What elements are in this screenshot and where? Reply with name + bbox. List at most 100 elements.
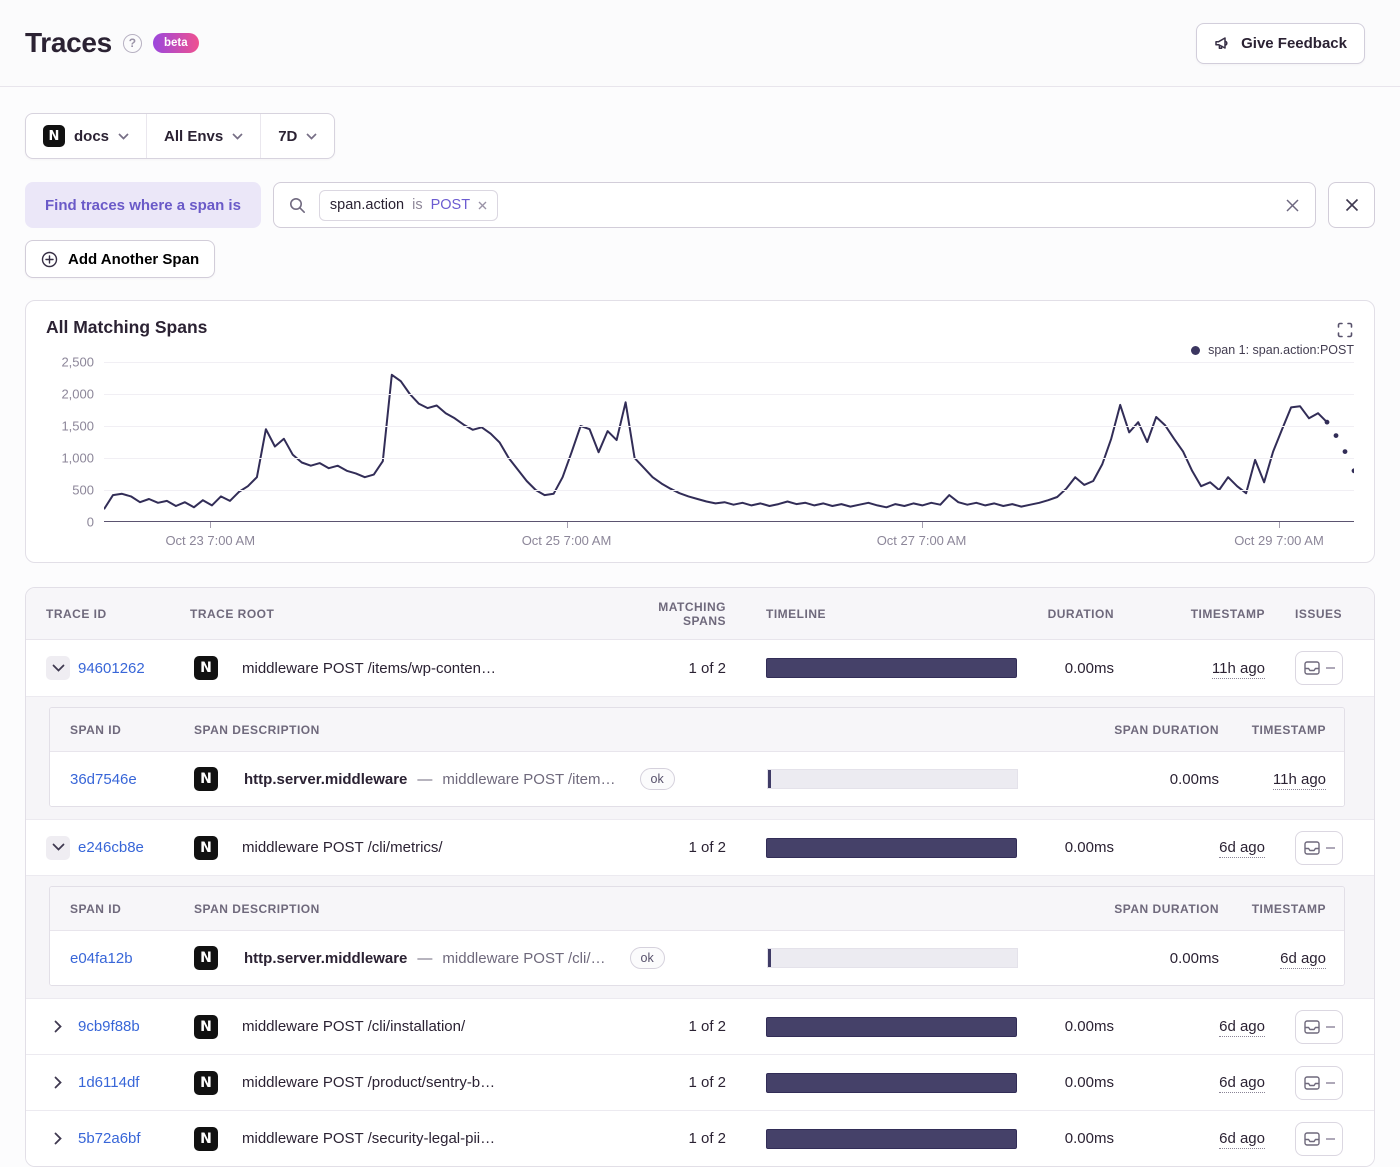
span-row[interactable]: e04fa12b N http.server.middleware — midd… xyxy=(50,931,1344,985)
trace-row[interactable]: 94601262 N middleware POST /items/wp-con… xyxy=(26,640,1374,696)
trace-duration-value: 0.00ms xyxy=(1064,1074,1114,1091)
trace-id-link[interactable]: 9cb9f88b xyxy=(78,1018,140,1035)
remove-span-filter-button[interactable] xyxy=(1328,182,1375,228)
span-duration-value: 0.00ms xyxy=(1169,770,1219,788)
span-timestamp-value[interactable]: 11h ago xyxy=(1272,770,1326,790)
trace-issues-button[interactable] xyxy=(1295,830,1343,865)
date-range-filter[interactable]: 7D xyxy=(260,114,334,158)
span-timeline-bar[interactable] xyxy=(767,769,1018,789)
col-header-span-id: SPAN ID xyxy=(70,901,122,916)
trace-issues-button[interactable] xyxy=(1295,1009,1343,1044)
trace-timeline-bar[interactable] xyxy=(766,1128,1017,1149)
spans-sub-table-header: SPAN ID SPAN DESCRIPTION SPAN DURATION T… xyxy=(50,708,1344,752)
give-feedback-button[interactable]: Give Feedback xyxy=(1196,22,1365,64)
no-issues-dash-icon xyxy=(1325,1137,1335,1140)
expand-trace-chevron[interactable] xyxy=(46,656,70,680)
matching-spans-value: 1 of 2 xyxy=(688,1074,726,1091)
trace-root-label: middleware POST /product/sentry-b… xyxy=(242,1074,496,1091)
span-id-link[interactable]: 36d7546e xyxy=(70,771,137,788)
span-timeline-bar[interactable] xyxy=(767,948,1018,968)
expand-chart-button[interactable] xyxy=(1337,322,1353,338)
span-row[interactable]: 36d7546e N http.server.middleware — midd… xyxy=(50,752,1344,806)
span-status-badge[interactable]: ok xyxy=(629,947,665,969)
trace-expansion-panel: SPAN ID SPAN DESCRIPTION SPAN DURATION T… xyxy=(26,696,1374,819)
trace-row[interactable]: 1d6114df N middleware POST /product/sent… xyxy=(26,1054,1374,1110)
span-search-input[interactable]: span.action is POST xyxy=(272,182,1316,228)
matching-spans-value: 1 of 2 xyxy=(688,1130,726,1147)
trace-issues-button[interactable] xyxy=(1295,651,1343,685)
trace-timestamp-value[interactable]: 6d ago xyxy=(1219,1074,1265,1093)
col-header-span-timestamp: TIMESTAMP xyxy=(1251,901,1326,916)
separator-dash: — xyxy=(417,949,433,967)
spans-line-chart xyxy=(104,362,1354,522)
trace-issues-button[interactable] xyxy=(1295,1121,1343,1156)
project-filter[interactable]: N docs xyxy=(26,114,146,158)
trace-timeline-bar[interactable] xyxy=(766,1016,1017,1037)
issues-inbox-icon xyxy=(1303,1019,1320,1034)
x-axis-tick-label: Oct 27 7:00 AM xyxy=(876,533,967,548)
trace-timestamp-value[interactable]: 6d ago xyxy=(1219,1018,1265,1037)
trace-timeline-bar[interactable] xyxy=(766,837,1017,858)
y-axis-tick-label: 1,000 xyxy=(61,450,94,466)
x-axis-tick xyxy=(210,522,212,528)
chart-title: All Matching Spans xyxy=(46,317,208,337)
page-title: Traces xyxy=(25,27,112,58)
environment-filter[interactable]: All Envs xyxy=(146,114,260,158)
no-issues-dash-icon xyxy=(1325,667,1335,669)
col-header-span-description: SPAN DESCRIPTION xyxy=(194,722,320,737)
trace-timeline-bar[interactable] xyxy=(766,1072,1017,1093)
chart-y-axis: 0 500 1,000 1,500 2,000 2,500 xyxy=(46,355,104,530)
chevron-down-icon xyxy=(306,132,317,140)
expand-trace-chevron[interactable] xyxy=(46,835,70,860)
nextjs-platform-icon: N xyxy=(194,1014,218,1039)
x-axis-tick-label: Oct 29 7:00 AM xyxy=(1234,533,1324,548)
trace-issues-button[interactable] xyxy=(1295,1065,1343,1100)
trace-id-link[interactable]: 5b72a6bf xyxy=(78,1130,141,1147)
no-issues-dash-icon xyxy=(1325,1081,1335,1084)
trace-root-label: middleware POST /security-legal-pii… xyxy=(242,1130,496,1147)
expand-trace-chevron[interactable] xyxy=(46,1071,70,1095)
trace-row[interactable]: e246cb8e N middleware POST /cli/metrics/… xyxy=(26,819,1374,875)
fullscreen-icon xyxy=(1337,322,1353,338)
span-status-badge[interactable]: ok xyxy=(639,768,675,790)
trace-id-link[interactable]: 94601262 xyxy=(78,660,145,677)
chart-plot[interactable]: span 1: span.action:POST xyxy=(104,343,1354,522)
issues-inbox-icon xyxy=(1303,1131,1320,1146)
span-description-label: middleware POST /cli/… xyxy=(442,949,606,967)
y-axis-tick-label: 2,000 xyxy=(61,386,94,402)
token-remove-icon[interactable] xyxy=(478,201,487,210)
expand-trace-chevron[interactable] xyxy=(46,1127,70,1151)
trace-id-link[interactable]: e246cb8e xyxy=(78,839,144,856)
span-timestamp-value[interactable]: 6d ago xyxy=(1280,949,1326,969)
x-axis-tick-label: Oct 23 7:00 AM xyxy=(165,533,256,548)
expand-trace-chevron[interactable] xyxy=(46,1015,70,1039)
megaphone-icon xyxy=(1214,35,1231,52)
help-icon[interactable]: ? xyxy=(122,33,142,53)
token-operator: is xyxy=(412,197,423,213)
trace-timestamp-value[interactable]: 6d ago xyxy=(1219,839,1265,858)
span-op-label: http.server.middleware xyxy=(244,949,408,967)
chart-legend: span 1: span.action:POST xyxy=(1191,343,1354,357)
token-key: span.action xyxy=(329,197,405,213)
trace-duration-value: 0.00ms xyxy=(1064,1018,1114,1035)
trace-timestamp-value[interactable]: 6d ago xyxy=(1219,1130,1265,1149)
trace-timestamp-value[interactable]: 11h ago xyxy=(1211,659,1265,679)
col-header-issues: ISSUES xyxy=(1295,606,1343,621)
col-header-timeline: TIMELINE xyxy=(766,606,826,621)
nextjs-platform-icon: N xyxy=(194,656,218,680)
trace-timeline-bar[interactable] xyxy=(766,658,1017,678)
span-id-link[interactable]: e04fa12b xyxy=(70,950,133,967)
trace-row[interactable]: 9cb9f88b N middleware POST /cli/installa… xyxy=(26,998,1374,1054)
trace-id-link[interactable]: 1d6114df xyxy=(78,1074,139,1091)
trace-row[interactable]: 5b72a6bf N middleware POST /security-leg… xyxy=(26,1110,1374,1166)
chevron-down-icon xyxy=(118,132,129,140)
add-another-span-button[interactable]: Add Another Span xyxy=(25,240,216,278)
col-header-span-timestamp: TIMESTAMP xyxy=(1251,722,1326,737)
clear-search-icon[interactable] xyxy=(1285,198,1300,213)
y-axis-tick-label: 1,500 xyxy=(61,418,94,434)
spans-sub-table: SPAN ID SPAN DESCRIPTION SPAN DURATION T… xyxy=(49,707,1345,807)
y-axis-tick-label: 500 xyxy=(72,482,94,498)
filter-token-span-action[interactable]: span.action is POST xyxy=(318,189,499,221)
trace-duration-value: 0.00ms xyxy=(1064,839,1114,856)
trace-root-label: middleware POST /cli/installation/ xyxy=(242,1018,466,1035)
